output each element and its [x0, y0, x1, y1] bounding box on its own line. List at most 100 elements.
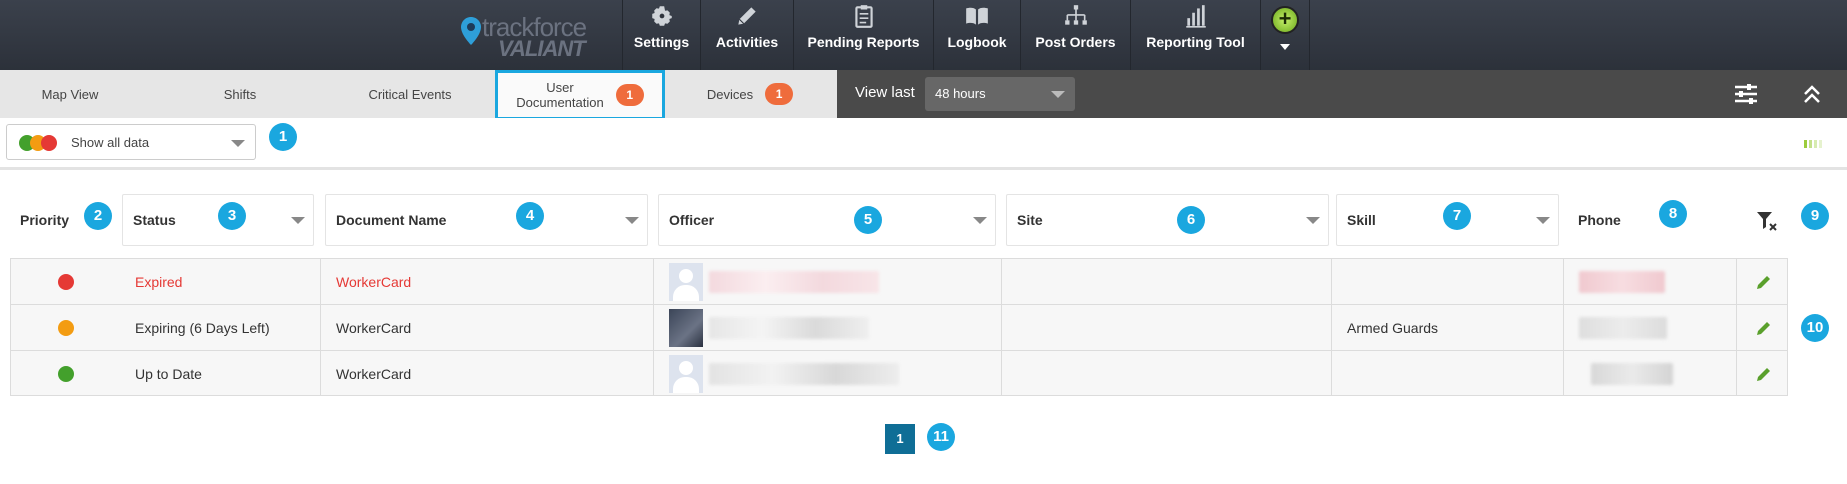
callout-9: 9: [1801, 202, 1829, 230]
double-chevron-up-icon[interactable]: [1801, 82, 1823, 106]
status-header-label: Status: [133, 212, 176, 228]
sliders-icon[interactable]: [1733, 82, 1759, 106]
page-1-button[interactable]: 1: [885, 424, 915, 454]
priority-cell: [58, 305, 74, 351]
tab-critical-events[interactable]: Critical Events: [340, 70, 480, 118]
chevron-down-icon[interactable]: [1536, 217, 1550, 224]
redacted-phone: [1579, 271, 1665, 293]
redacted-phone: [1579, 317, 1667, 339]
data-filter-select[interactable]: Show all data: [6, 124, 256, 160]
tab-map-view-label: Map View: [41, 86, 99, 102]
edit-cell[interactable]: [1755, 259, 1773, 305]
tab-shifts-label: Shifts: [223, 86, 257, 102]
phone-header-label: Phone: [1578, 212, 1621, 228]
officer-cell[interactable]: [669, 305, 869, 351]
status-cell: Expiring (6 Days Left): [135, 320, 270, 336]
top-navigation-bar: trackforce VALIANT Settings Activities P…: [0, 0, 1847, 70]
callout-11: 11: [927, 423, 955, 451]
officer-header-label: Officer: [669, 212, 715, 228]
phone-cell: [1591, 351, 1673, 397]
nav-settings-label: Settings: [633, 34, 690, 50]
column-header-site[interactable]: Site: [1006, 194, 1329, 246]
pencil-icon: [732, 2, 762, 30]
nav-pending-reports-label: Pending Reports: [807, 34, 920, 50]
chevron-down-icon[interactable]: [625, 217, 639, 224]
edit-pencil-icon[interactable]: [1755, 365, 1773, 383]
nav-activities-label: Activities: [715, 34, 779, 50]
column-divider: [1001, 258, 1002, 396]
loading-indicator: [1804, 140, 1830, 148]
chevron-down-icon[interactable]: [291, 217, 305, 224]
tab-devices[interactable]: Devices 1: [690, 70, 810, 118]
chevron-down-icon: [231, 140, 245, 147]
data-filter-value: Show all data: [71, 135, 150, 150]
table-row[interactable]: Up to Date WorkerCard: [11, 351, 1787, 397]
status-cell: Expired: [135, 274, 183, 290]
nav-post-orders-label: Post Orders: [1035, 34, 1116, 50]
view-last-label: View last: [855, 84, 915, 101]
avatar: [669, 263, 703, 301]
document-cell[interactable]: WorkerCard: [336, 259, 411, 305]
callout-7: 7: [1443, 202, 1471, 230]
nav-settings[interactable]: Settings: [622, 0, 700, 70]
tab-bar: Map View Shifts Critical Events User Doc…: [0, 70, 837, 120]
tab-shifts[interactable]: Shifts: [170, 70, 310, 118]
document-cell[interactable]: WorkerCard: [336, 351, 411, 397]
column-divider: [1736, 258, 1737, 396]
callout-6: 6: [1177, 206, 1205, 234]
tab-devices-label: Devices: [706, 86, 754, 102]
edit-cell[interactable]: [1755, 351, 1773, 397]
table-row[interactable]: Expiring (6 Days Left) WorkerCard Armed …: [11, 305, 1787, 351]
edit-pencil-icon[interactable]: [1755, 319, 1773, 337]
status-cell: Up to Date: [135, 366, 202, 382]
chevron-down-icon[interactable]: [1280, 44, 1290, 50]
column-header-officer[interactable]: Officer: [658, 194, 996, 246]
priority-cell: [58, 351, 74, 397]
quick-add-menu[interactable]: +: [1260, 0, 1310, 70]
devices-count-badge: 1: [765, 83, 794, 105]
priority-dot-green: [58, 366, 74, 382]
officer-cell[interactable]: [669, 259, 879, 305]
avatar: [669, 309, 703, 347]
chevron-down-icon[interactable]: [1306, 217, 1320, 224]
nav-reporting-tool[interactable]: Reporting Tool: [1130, 0, 1260, 70]
clipboard-icon: [849, 2, 879, 30]
documents-table: Expired WorkerCard Expiring (6 Days Left…: [10, 258, 1788, 396]
column-header-document-name[interactable]: Document Name: [325, 194, 648, 246]
time-range-value: 48 hours: [935, 86, 986, 101]
column-divider: [320, 258, 321, 396]
column-divider: [1563, 258, 1564, 396]
chevron-down-icon[interactable]: [973, 217, 987, 224]
table-row[interactable]: Expired WorkerCard: [11, 259, 1787, 305]
plus-icon[interactable]: +: [1271, 6, 1299, 34]
nav-logbook[interactable]: Logbook: [933, 0, 1020, 70]
document-cell[interactable]: WorkerCard: [336, 305, 411, 351]
view-range-bar: View last 48 hours: [837, 70, 1847, 118]
redacted-name: [709, 363, 899, 385]
nav-activities[interactable]: Activities: [700, 0, 793, 70]
edit-cell[interactable]: [1755, 305, 1773, 351]
time-range-select[interactable]: 48 hours: [925, 77, 1075, 111]
trackforce-valiant-logo[interactable]: trackforce VALIANT: [458, 10, 598, 62]
clear-filters-icon[interactable]: [1756, 210, 1778, 232]
tab-user-documentation-label: User Documentation: [516, 80, 603, 110]
tab-user-documentation-line1: User: [546, 80, 574, 95]
column-divider: [653, 258, 654, 396]
bar-chart-icon: [1181, 2, 1211, 30]
callout-1: 1: [269, 123, 297, 151]
redacted-name: [709, 271, 879, 293]
document-header-label: Document Name: [336, 212, 447, 228]
redacted-phone: [1591, 363, 1673, 385]
book-icon: [962, 2, 992, 30]
nav-pending-reports[interactable]: Pending Reports: [793, 0, 933, 70]
tab-user-documentation[interactable]: User Documentation 1: [495, 70, 665, 120]
edit-pencil-icon[interactable]: [1755, 273, 1773, 291]
tab-map-view[interactable]: Map View: [0, 70, 140, 118]
column-divider: [1331, 258, 1332, 396]
officer-cell[interactable]: [669, 351, 899, 397]
nav-post-orders[interactable]: Post Orders: [1020, 0, 1130, 70]
chevron-down-icon: [1051, 91, 1065, 98]
nav-reporting-tool-label: Reporting Tool: [1146, 34, 1245, 50]
redacted-name: [709, 317, 869, 339]
priority-dot-orange: [58, 320, 74, 336]
